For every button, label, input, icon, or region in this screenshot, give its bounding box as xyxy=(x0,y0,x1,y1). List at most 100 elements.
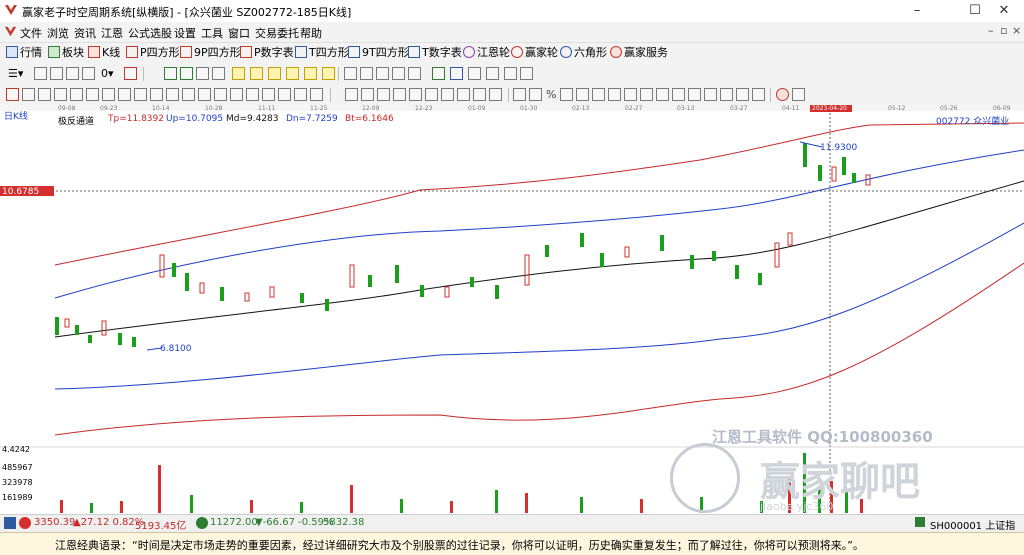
percent-icon[interactable]: % xyxy=(546,87,556,103)
draw-fib-icon[interactable] xyxy=(86,88,99,101)
tool-m-icon[interactable] xyxy=(720,88,733,101)
next-icon[interactable] xyxy=(212,67,225,80)
list-menu-icon[interactable]: ☰▾ xyxy=(8,66,23,82)
arrow-icon[interactable] xyxy=(376,67,389,80)
tool-o-icon[interactable] xyxy=(752,88,765,101)
period-1-icon[interactable] xyxy=(345,88,358,101)
period-2-icon[interactable] xyxy=(361,88,374,101)
menu-file[interactable]: 文件 xyxy=(20,25,42,41)
draw-cycle-icon[interactable] xyxy=(198,88,211,101)
draw-time-icon[interactable] xyxy=(230,88,243,101)
draw-box-icon[interactable] xyxy=(182,88,195,101)
menu-gann[interactable]: 江恩 xyxy=(101,25,123,41)
settings-icon[interactable] xyxy=(792,88,805,101)
9p-square-button[interactable]: 9P四方形 xyxy=(180,45,241,61)
draw-text-icon[interactable] xyxy=(70,88,83,101)
draw-line-icon[interactable] xyxy=(22,88,35,101)
tool-j-icon[interactable] xyxy=(672,88,685,101)
draw-tool-icon[interactable] xyxy=(6,88,19,101)
minimize-button[interactable]: – xyxy=(894,0,940,22)
winner-service-button[interactable]: 赢家服务 xyxy=(610,45,668,61)
color-icon[interactable] xyxy=(776,88,789,101)
tool-a-icon[interactable] xyxy=(513,88,526,101)
tool-l-icon[interactable] xyxy=(704,88,717,101)
tool-i-icon[interactable] xyxy=(656,88,669,101)
period-6-icon[interactable] xyxy=(425,88,438,101)
app-menu-icon[interactable] xyxy=(4,25,17,38)
tool-n-icon[interactable] xyxy=(736,88,749,101)
tool-h-icon[interactable] xyxy=(640,88,653,101)
period-select[interactable]: 0▾ xyxy=(101,66,114,82)
sector-button[interactable]: 板块 xyxy=(48,45,84,61)
mark-5-icon[interactable] xyxy=(304,67,317,80)
period-4-icon[interactable] xyxy=(393,88,406,101)
draw-channel-icon[interactable] xyxy=(102,88,115,101)
period-7-icon[interactable] xyxy=(441,88,454,101)
key-icon[interactable] xyxy=(520,67,533,80)
period-5-icon[interactable] xyxy=(409,88,422,101)
draw-wave-icon[interactable] xyxy=(294,88,307,101)
mdi-restore-button[interactable]: ▫ xyxy=(1000,24,1007,37)
tool-g-icon[interactable] xyxy=(624,88,637,101)
kline-button[interactable]: K线 xyxy=(88,45,120,61)
tool-d-icon[interactable] xyxy=(576,88,589,101)
mdi-close-button[interactable]: × xyxy=(1012,24,1021,37)
hexagon-button[interactable]: 六角形 xyxy=(560,45,607,61)
window-icon[interactable] xyxy=(450,67,463,80)
flag-icon[interactable] xyxy=(124,67,137,80)
draw-square-icon[interactable] xyxy=(262,88,275,101)
period-9-icon[interactable] xyxy=(473,88,486,101)
truck-icon[interactable] xyxy=(504,67,517,80)
first-icon[interactable] xyxy=(164,67,177,80)
mark-1-icon[interactable] xyxy=(232,67,245,80)
9t-square-button[interactable]: 9T四方形 xyxy=(348,45,409,61)
menu-help[interactable]: 帮助 xyxy=(300,25,322,41)
draw-parallel-icon[interactable] xyxy=(310,88,323,101)
layout-icon[interactable] xyxy=(468,67,481,80)
draw-spiral-icon[interactable] xyxy=(278,88,291,101)
gann-wheel-button[interactable]: 江恩轮 xyxy=(463,45,510,61)
zoom-icon[interactable] xyxy=(392,67,405,80)
draw-gann-fan-icon[interactable] xyxy=(150,88,163,101)
calc-icon[interactable] xyxy=(408,67,421,80)
menu-news[interactable]: 资讯 xyxy=(74,25,96,41)
mdi-minimize-button[interactable]: – xyxy=(988,24,994,37)
panel-icon[interactable] xyxy=(82,67,95,80)
mark-4-icon[interactable] xyxy=(286,67,299,80)
hand-icon[interactable] xyxy=(344,67,357,80)
tool-e-icon[interactable] xyxy=(592,88,605,101)
table-icon[interactable] xyxy=(432,67,445,80)
draw-angle-icon[interactable] xyxy=(166,88,179,101)
menu-window[interactable]: 窗口 xyxy=(228,25,250,41)
p-square-button[interactable]: P四方形 xyxy=(126,45,180,61)
menu-tools[interactable]: 工具 xyxy=(201,25,223,41)
period-10-icon[interactable] xyxy=(489,88,502,101)
tool-k-icon[interactable] xyxy=(688,88,701,101)
menu-settings[interactable]: 设置 xyxy=(174,25,196,41)
quote-button[interactable]: 行情 xyxy=(6,45,42,61)
pin-icon[interactable] xyxy=(34,67,47,80)
draw-circle-icon[interactable] xyxy=(134,88,147,101)
draw-grid-icon[interactable] xyxy=(214,88,227,101)
close-button[interactable]: ✕ xyxy=(981,0,1024,22)
period-8-icon[interactable] xyxy=(457,88,470,101)
last-icon[interactable] xyxy=(180,67,193,80)
period-3-icon[interactable] xyxy=(377,88,390,101)
mark-3-icon[interactable] xyxy=(268,67,281,80)
t-table-button[interactable]: T数字表 xyxy=(408,45,462,61)
prev-icon[interactable] xyxy=(196,67,209,80)
tool-c-icon[interactable] xyxy=(560,88,573,101)
draw-price-icon[interactable] xyxy=(246,88,259,101)
tool-b-icon[interactable] xyxy=(529,88,542,101)
menu-browse[interactable]: 浏览 xyxy=(47,25,69,41)
draw-ray-icon[interactable] xyxy=(38,88,51,101)
draw-rect-icon[interactable] xyxy=(54,88,67,101)
tool-f-icon[interactable] xyxy=(608,88,621,101)
draw-arc-icon[interactable] xyxy=(118,88,131,101)
crosshair-icon[interactable] xyxy=(360,67,373,80)
minute-chart-icon[interactable] xyxy=(50,67,63,80)
menu-formula[interactable]: 公式选股 xyxy=(128,25,172,41)
status-menu-icon[interactable] xyxy=(4,517,16,529)
grid-view-icon[interactable] xyxy=(486,67,499,80)
menu-trade[interactable]: 交易委托 xyxy=(255,25,299,41)
